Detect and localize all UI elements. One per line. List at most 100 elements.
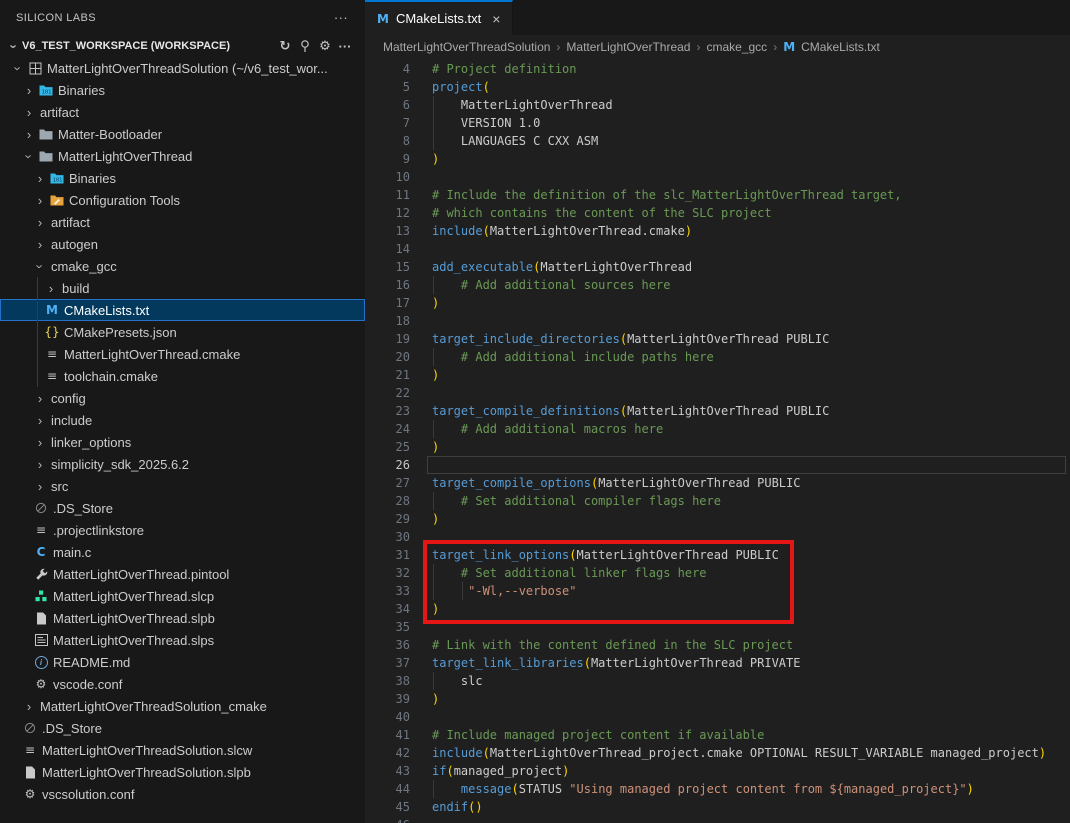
code-line-38[interactable]: 38 slc	[365, 672, 1070, 690]
code-line-45[interactable]: 45endif()	[365, 798, 1070, 816]
code-line-22[interactable]: 22	[365, 384, 1070, 402]
tree-item-matterlightoverthread-cmake[interactable]: ≡MatterLightOverThread.cmake	[0, 343, 365, 365]
tree-item-artifact[interactable]: ›artifact	[0, 101, 365, 123]
tree-item-cmakelists-txt[interactable]: MCMakeLists.txt	[0, 299, 365, 321]
code-editor[interactable]: 4# Project definition5project(6 MatterLi…	[365, 59, 1070, 823]
tree-item-vscode-conf[interactable]: ⚙vscode.conf	[0, 673, 365, 695]
tree-item-matterlightoverthread-pintool[interactable]: MatterLightOverThread.pintool	[0, 563, 365, 585]
code-line-30[interactable]: 30	[365, 528, 1070, 546]
code-line-33[interactable]: 33 "-Wl,--verbose"	[365, 582, 1070, 600]
chevron-right-icon[interactable]: ›	[21, 83, 37, 98]
code-line-27[interactable]: 27target_compile_options(MatterLightOver…	[365, 474, 1070, 492]
code-line-6[interactable]: 6 MatterLightOverThread	[365, 96, 1070, 114]
code-line-24[interactable]: 24 # Add additional macros here	[365, 420, 1070, 438]
tree-item-matterlightoverthread-slps[interactable]: MatterLightOverThread.slps	[0, 629, 365, 651]
chevron-right-icon[interactable]: ›	[32, 237, 48, 252]
tree-item-matterlightoverthread[interactable]: ›MatterLightOverThread	[0, 145, 365, 167]
tree-item-main-c[interactable]: Cmain.c	[0, 541, 365, 563]
code-line-4[interactable]: 4# Project definition	[365, 60, 1070, 78]
refresh-icon[interactable]: ↻	[275, 37, 295, 55]
code-line-42[interactable]: 42include(MatterLightOverThread_project.…	[365, 744, 1070, 762]
tree-item-linker-options[interactable]: ›linker_options	[0, 431, 365, 453]
breadcrumb-item[interactable]: CMakeLists.txt	[801, 40, 880, 54]
tree-item-binaries[interactable]: ›101Binaries	[0, 79, 365, 101]
workspace-header[interactable]: › V6_TEST_WORKSPACE (WORKSPACE) ↻ ⚙ ···	[0, 35, 365, 57]
code-line-16[interactable]: 16 # Add additional sources here	[365, 276, 1070, 294]
chevron-right-icon[interactable]: ›	[32, 171, 48, 186]
tree-item-matterlightoverthreadsolution-slpb[interactable]: MatterLightOverThreadSolution.slpb	[0, 761, 365, 783]
more-icon[interactable]: ···	[331, 9, 351, 27]
tree-item-vscsolution-conf[interactable]: ⚙vscsolution.conf	[0, 783, 365, 805]
chevron-right-icon[interactable]: ›	[32, 435, 48, 450]
code-line-8[interactable]: 8 LANGUAGES C CXX ASM	[365, 132, 1070, 150]
chevron-right-icon[interactable]: ›	[32, 457, 48, 472]
tree-item-matterlightoverthreadsolution-v6-test-wor[interactable]: ›MatterLightOverThreadSolution (~/v6_tes…	[0, 57, 365, 79]
code-line-39[interactable]: 39)	[365, 690, 1070, 708]
code-line-41[interactable]: 41# Include managed project content if a…	[365, 726, 1070, 744]
more-icon[interactable]: ···	[335, 37, 355, 55]
close-icon[interactable]: ×	[492, 11, 500, 27]
tree-item-build[interactable]: ›build	[0, 277, 365, 299]
tree-item-src[interactable]: ›src	[0, 475, 365, 497]
code-line-5[interactable]: 5project(	[365, 78, 1070, 96]
tree-item-matterlightoverthread-slpb[interactable]: MatterLightOverThread.slpb	[0, 607, 365, 629]
code-line-26[interactable]: 26	[365, 456, 1070, 474]
code-line-13[interactable]: 13include(MatterLightOverThread.cmake)	[365, 222, 1070, 240]
breadcrumb-item[interactable]: cmake_gcc	[706, 40, 767, 54]
tree-item-matterlightoverthreadsolution-cmake[interactable]: ›MatterLightOverThreadSolution_cmake	[0, 695, 365, 717]
code-line-28[interactable]: 28 # Set additional compiler flags here	[365, 492, 1070, 510]
tree-item-binaries[interactable]: ›101Binaries	[0, 167, 365, 189]
code-line-20[interactable]: 20 # Add additional include paths here	[365, 348, 1070, 366]
code-line-15[interactable]: 15add_executable(MatterLightOverThread	[365, 258, 1070, 276]
chevron-down-icon[interactable]: ›	[33, 258, 48, 274]
tree-item-artifact[interactable]: ›artifact	[0, 211, 365, 233]
chevron-right-icon[interactable]: ›	[32, 391, 48, 406]
tree-item-config[interactable]: ›config	[0, 387, 365, 409]
tree-item-toolchain-cmake[interactable]: ≡toolchain.cmake	[0, 365, 365, 387]
gear-icon[interactable]: ⚙	[315, 37, 335, 55]
code-line-46[interactable]: 46	[365, 816, 1070, 823]
code-line-18[interactable]: 18	[365, 312, 1070, 330]
tree-item-configuration-tools[interactable]: ›Configuration Tools	[0, 189, 365, 211]
code-line-29[interactable]: 29)	[365, 510, 1070, 528]
tree-item-autogen[interactable]: ›autogen	[0, 233, 365, 255]
chevron-right-icon[interactable]: ›	[21, 699, 37, 714]
chevron-right-icon[interactable]: ›	[32, 193, 48, 208]
code-line-17[interactable]: 17)	[365, 294, 1070, 312]
code-line-12[interactable]: 12# which contains the content of the SL…	[365, 204, 1070, 222]
code-line-37[interactable]: 37target_link_libraries(MatterLightOverT…	[365, 654, 1070, 672]
chevron-down-icon[interactable]: ›	[7, 38, 22, 54]
chevron-down-icon[interactable]: ›	[11, 60, 26, 76]
code-line-36[interactable]: 36# Link with the content defined in the…	[365, 636, 1070, 654]
code-line-34[interactable]: 34)	[365, 600, 1070, 618]
chevron-right-icon[interactable]: ›	[21, 105, 37, 120]
code-line-23[interactable]: 23target_compile_definitions(MatterLight…	[365, 402, 1070, 420]
tree-item-cmake-gcc[interactable]: ›cmake_gcc	[0, 255, 365, 277]
code-line-14[interactable]: 14	[365, 240, 1070, 258]
plug-icon[interactable]	[295, 37, 315, 55]
tree-item-cmakepresets-json[interactable]: {}CMakePresets.json	[0, 321, 365, 343]
chevron-right-icon[interactable]: ›	[32, 413, 48, 428]
tree-item-projectlinkstore[interactable]: ≡.projectlinkstore	[0, 519, 365, 541]
tree-item-include[interactable]: ›include	[0, 409, 365, 431]
code-line-32[interactable]: 32 # Set additional linker flags here	[365, 564, 1070, 582]
tree-item-matterlightoverthread-slcp[interactable]: MatterLightOverThread.slcp	[0, 585, 365, 607]
code-line-43[interactable]: 43if(managed_project)	[365, 762, 1070, 780]
code-line-9[interactable]: 9)	[365, 150, 1070, 168]
code-line-35[interactable]: 35	[365, 618, 1070, 636]
chevron-right-icon[interactable]: ›	[43, 281, 59, 296]
chevron-right-icon[interactable]: ›	[32, 215, 48, 230]
code-line-25[interactable]: 25)	[365, 438, 1070, 456]
tree-item-ds-store[interactable]: .DS_Store	[0, 717, 365, 739]
chevron-right-icon[interactable]: ›	[21, 127, 37, 142]
tree-item-matterlightoverthreadsolution-slcw[interactable]: ≡MatterLightOverThreadSolution.slcw	[0, 739, 365, 761]
tree-item-simplicity-sdk-2025-6-2[interactable]: ›simplicity_sdk_2025.6.2	[0, 453, 365, 475]
chevron-down-icon[interactable]: ›	[22, 148, 37, 164]
tree-item-ds-store[interactable]: .DS_Store	[0, 497, 365, 519]
code-line-19[interactable]: 19target_include_directories(MatterLight…	[365, 330, 1070, 348]
code-line-10[interactable]: 10	[365, 168, 1070, 186]
tree-item-readme-md[interactable]: iREADME.md	[0, 651, 365, 673]
code-line-11[interactable]: 11# Include the definition of the slc_Ma…	[365, 186, 1070, 204]
tree-item-matter-bootloader[interactable]: ›Matter-Bootloader	[0, 123, 365, 145]
code-line-40[interactable]: 40	[365, 708, 1070, 726]
